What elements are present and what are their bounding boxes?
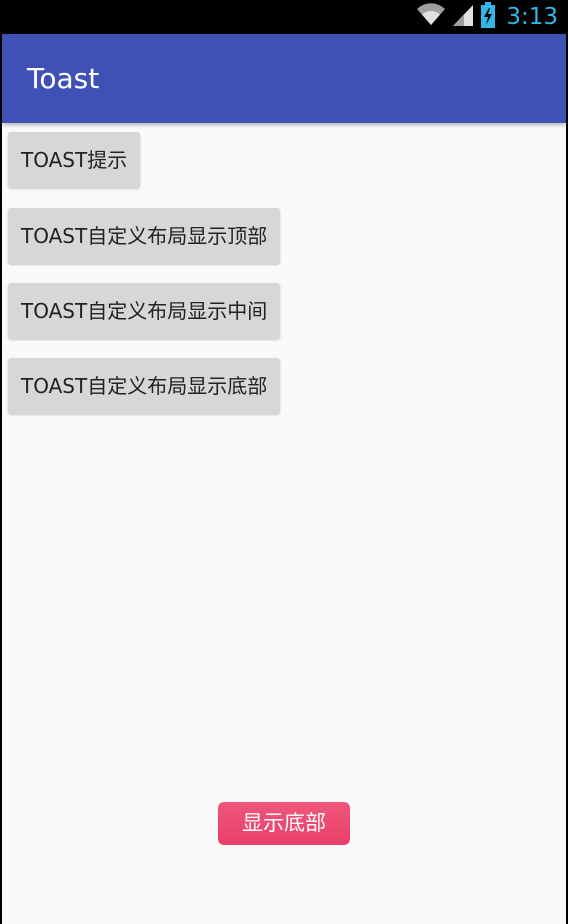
app-screen: Toast TOAST提示 TOAST自定义布局显示顶部 TOAST自定义布局显… bbox=[2, 34, 566, 924]
toast-custom-bottom-button[interactable]: TOAST自定义布局显示底部 bbox=[8, 358, 281, 414]
status-clock: 3:13 bbox=[506, 4, 558, 30]
status-icons: 3:13 bbox=[416, 2, 558, 32]
app-bar: Toast bbox=[2, 34, 566, 123]
toast-custom-center-button[interactable]: TOAST自定义布局显示中间 bbox=[8, 283, 281, 339]
battery-charging-icon bbox=[480, 2, 496, 32]
toast-message: 显示底部 bbox=[218, 802, 350, 845]
status-bar: 3:13 bbox=[0, 0, 568, 34]
signal-icon bbox=[452, 3, 474, 31]
toast-tip-button[interactable]: TOAST提示 bbox=[8, 132, 141, 188]
toast-custom-top-button[interactable]: TOAST自定义布局显示顶部 bbox=[8, 208, 281, 264]
wifi-icon bbox=[416, 3, 446, 31]
app-title: Toast bbox=[27, 62, 100, 95]
